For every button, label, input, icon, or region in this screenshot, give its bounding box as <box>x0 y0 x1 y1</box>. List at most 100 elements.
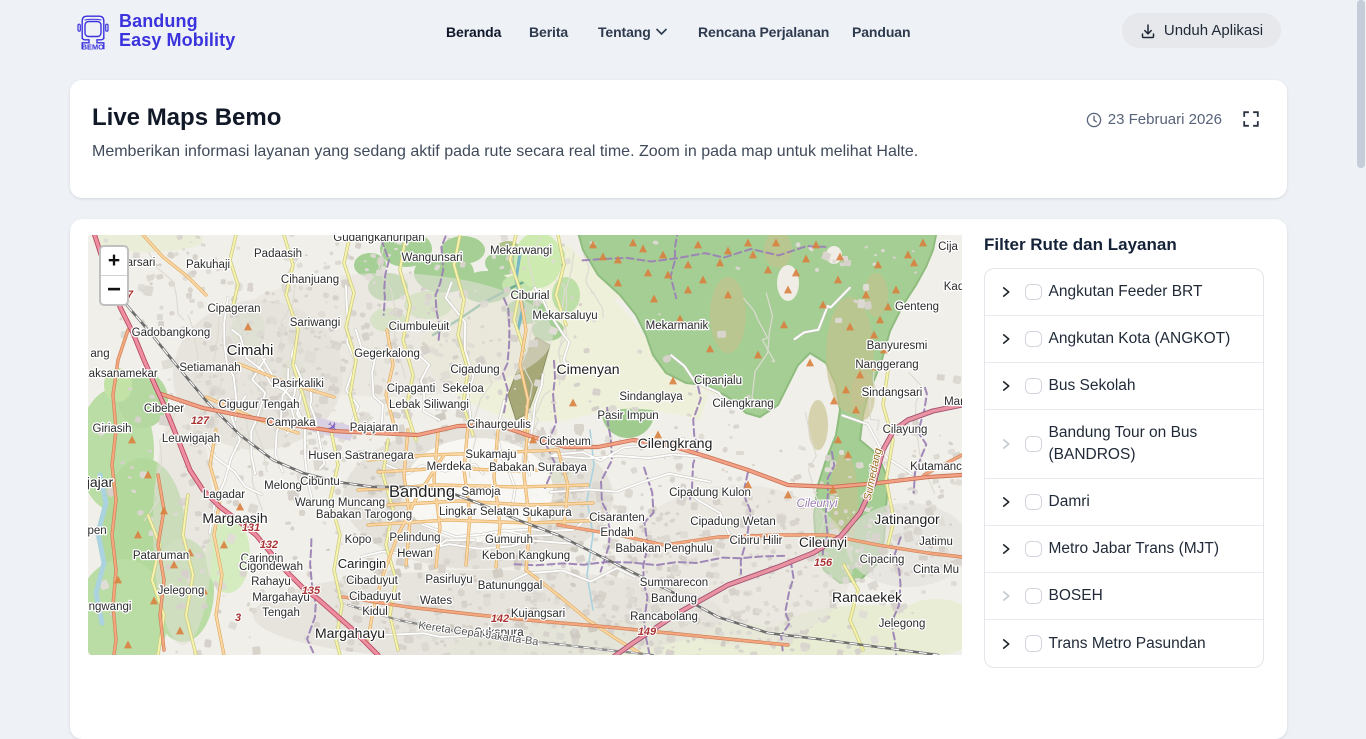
svg-text:Cipadung Wetan: Cipadung Wetan <box>690 516 775 528</box>
svg-text:Wangunsari: Wangunsari <box>402 252 463 264</box>
svg-text:Cileunyi: Cileunyi <box>797 498 838 510</box>
svg-text:Pelindung: Pelindung <box>389 532 440 544</box>
svg-text:Lebak Siliwangi: Lebak Siliwangi <box>389 399 469 411</box>
svg-text:Ciumbuleuit: Ciumbuleuit <box>389 321 451 333</box>
svg-text:Cipageran: Cipageran <box>207 303 260 315</box>
svg-text:Cisaranten: Cisaranten <box>589 512 645 524</box>
svg-text:Husen Sastranegara: Husen Sastranegara <box>308 450 414 462</box>
svg-text:Cilayung: Cilayung <box>883 424 928 436</box>
svg-text:156: 156 <box>814 557 833 569</box>
svg-text:Laksanamekar: Laksanamekar <box>88 368 158 380</box>
svg-text:Pakuhaji: Pakuhaji <box>186 259 230 271</box>
svg-text:Lagadar: Lagadar <box>203 489 245 501</box>
svg-text:Kad: Kad <box>944 281 962 293</box>
svg-text:Cinta Mu: Cinta Mu <box>913 564 959 576</box>
svg-text:Nanggerang: Nanggerang <box>855 359 918 371</box>
svg-text:135: 135 <box>302 585 321 597</box>
svg-text:Kutamanc: Kutamanc <box>910 461 962 473</box>
svg-text:Warung Muncang: Warung Muncang <box>295 497 385 509</box>
svg-text:Banyuresmi: Banyuresmi <box>867 340 928 352</box>
svg-text:Bandung: Bandung <box>389 483 455 501</box>
svg-text:Cibaduyut: Cibaduyut <box>349 591 402 603</box>
svg-text:Cicaheum: Cicaheum <box>539 436 591 448</box>
svg-text:Cigugur Tengah: Cigugur Tengah <box>219 399 300 411</box>
svg-text:Hewan: Hewan <box>397 548 433 560</box>
svg-text:Pajajaran: Pajajaran <box>350 422 399 434</box>
svg-text:Cipadung Kulon: Cipadung Kulon <box>669 487 751 499</box>
svg-text:Setiamanah: Setiamanah <box>179 362 240 374</box>
svg-text:Pasirkaliki: Pasirkaliki <box>272 378 324 390</box>
svg-text:Cigondewah: Cigondewah <box>239 561 303 573</box>
svg-text:Gegerkalong: Gegerkalong <box>354 348 420 360</box>
svg-text:Cibeber: Cibeber <box>144 403 184 415</box>
svg-text:Pasir Impun: Pasir Impun <box>597 410 658 422</box>
svg-text:Cilengkrang: Cilengkrang <box>712 398 773 410</box>
svg-text:Bandung: Bandung <box>651 593 697 605</box>
svg-text:Kebon Kangkung: Kebon Kangkung <box>482 550 570 562</box>
svg-text:Kidul: Kidul <box>362 606 388 618</box>
svg-text:Cipanjalu: Cipanjalu <box>694 375 742 387</box>
svg-text:Wates: Wates <box>420 595 452 607</box>
svg-text:Cija: Cija <box>938 241 958 253</box>
svg-text:Lingkar Selatan: Lingkar Selatan <box>439 506 519 518</box>
svg-text:Babakan Penghulu: Babakan Penghulu <box>615 543 712 555</box>
svg-text:Kopo: Kopo <box>345 534 372 546</box>
svg-text:Leuwigajah: Leuwigajah <box>162 433 220 445</box>
svg-text:Gumuruh: Gumuruh <box>485 534 533 546</box>
svg-text:Cimenyan: Cimenyan <box>556 361 619 377</box>
svg-text:jajar: jajar <box>88 474 114 490</box>
svg-text:Babakan Surabaya: Babakan Surabaya <box>489 462 587 474</box>
svg-text:Caringin: Caringin <box>338 556 386 571</box>
svg-text:Summarecon: Summarecon <box>640 577 708 589</box>
svg-text:Ciburial: Ciburial <box>511 290 550 302</box>
svg-text:Mekarwangi: Mekarwangi <box>490 245 552 257</box>
svg-text:itapen: itapen <box>88 525 107 537</box>
svg-text:Sindanglaya: Sindanglaya <box>619 391 683 403</box>
svg-text:Mekarmanik: Mekarmanik <box>646 320 709 332</box>
svg-text:131: 131 <box>242 522 260 534</box>
svg-text:3: 3 <box>235 612 241 624</box>
svg-text:Rancabolang: Rancabolang <box>630 611 698 623</box>
svg-text:BEMO: BEMO <box>82 43 104 50</box>
svg-text:Cibuntu: Cibuntu <box>300 476 340 488</box>
svg-text:Babakan Tarogong: Babakan Tarogong <box>316 509 412 521</box>
svg-text:142: 142 <box>491 613 509 625</box>
svg-text:Genteng: Genteng <box>895 301 939 313</box>
svg-text:Jelegong: Jelegong <box>879 618 926 630</box>
svg-text:Cigadung: Cigadung <box>450 364 499 376</box>
svg-text:Cibaduyut: Cibaduyut <box>346 575 399 587</box>
svg-text:Mar: Mar <box>944 396 962 408</box>
svg-text:Sekeloa: Sekeloa <box>442 383 484 395</box>
svg-text:Campaka: Campaka <box>266 417 316 429</box>
svg-text:Sindangsari: Sindangsari <box>862 387 923 399</box>
svg-text:Jelegong: Jelegong <box>158 585 205 597</box>
svg-text:Melong: Melong <box>264 480 302 492</box>
svg-text:Giriasih: Giriasih <box>93 423 132 435</box>
svg-text:149: 149 <box>638 626 657 638</box>
svg-text:127: 127 <box>191 415 210 427</box>
svg-text:Rahayu: Rahayu <box>251 576 291 588</box>
svg-text:Cipaganti: Cipaganti <box>387 383 436 395</box>
svg-text:Pataruman: Pataruman <box>133 550 189 562</box>
svg-text:Cipacing: Cipacing <box>860 554 905 566</box>
svg-text:Margahayu: Margahayu <box>315 625 385 641</box>
svg-text:Cibiru Hilir: Cibiru Hilir <box>729 535 782 547</box>
svg-text:132: 132 <box>260 539 278 551</box>
svg-text:Gudangkahuripan: Gudangkahuripan <box>333 235 424 244</box>
svg-text:Rancaekek: Rancaekek <box>832 589 903 605</box>
svg-text:Tengah: Tengah <box>262 607 300 619</box>
svg-text:Samoja: Samoja <box>462 486 502 498</box>
svg-text:Jatinangor: Jatinangor <box>874 511 940 527</box>
svg-text:Cimahi: Cimahi <box>227 342 274 359</box>
svg-text:Sukamaju: Sukamaju <box>465 449 516 461</box>
svg-text:Pasirluyu: Pasirluyu <box>425 574 472 586</box>
svg-text:Sariwangi: Sariwangi <box>290 317 341 329</box>
svg-text:Batununggal: Batununggal <box>478 580 543 592</box>
svg-text:Kujangsari: Kujangsari <box>511 608 565 620</box>
svg-text:Sukapura: Sukapura <box>522 507 572 519</box>
svg-text:Mekarsaluyu: Mekarsaluyu <box>532 310 597 322</box>
svg-text:Jatimu: Jatimu <box>919 536 953 548</box>
svg-text:ang: ang <box>90 348 109 360</box>
svg-text:Cileunyi: Cileunyi <box>799 535 847 550</box>
svg-text:Merdeka: Merdeka <box>427 461 472 473</box>
